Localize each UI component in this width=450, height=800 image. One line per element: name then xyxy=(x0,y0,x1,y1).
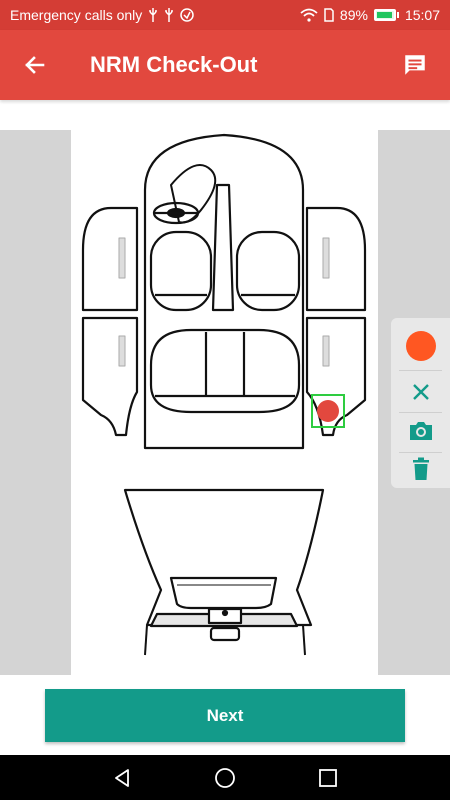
circle-home-icon xyxy=(215,767,235,788)
camera-button[interactable] xyxy=(391,411,450,451)
trash-icon xyxy=(412,457,429,480)
square-recents-icon xyxy=(319,768,338,787)
left-front-door xyxy=(81,206,139,312)
triangle-back-icon xyxy=(114,768,129,787)
close-icon xyxy=(412,384,429,400)
tool-panel xyxy=(391,318,450,488)
delete-button[interactable] xyxy=(391,449,450,489)
nav-recents-button[interactable] xyxy=(308,758,348,798)
inspection-canvas[interactable] xyxy=(0,130,450,675)
status-left: Emergency calls only xyxy=(10,7,195,23)
next-button[interactable]: Next xyxy=(45,689,405,742)
rear-bench xyxy=(149,328,301,414)
usb-icon xyxy=(148,8,158,22)
clear-marker-button[interactable] xyxy=(391,372,450,412)
tool-divider xyxy=(399,370,442,371)
front-seat-right xyxy=(235,230,301,312)
canvas-gutter-left xyxy=(0,130,71,675)
rear-view-body xyxy=(123,488,325,627)
damage-marker[interactable] xyxy=(317,400,339,422)
battery-percent: 89% xyxy=(339,7,368,23)
message-button[interactable] xyxy=(380,30,450,100)
nav-back-button[interactable] xyxy=(102,758,142,798)
wifi-icon xyxy=(300,8,318,22)
selected-color-swatch xyxy=(405,331,436,361)
usb-icon xyxy=(164,8,174,22)
status-bar: Emergency calls only 89% 15:07 xyxy=(0,0,450,30)
shield-icon xyxy=(180,8,195,22)
color-picker-button[interactable] xyxy=(391,326,450,366)
nav-home-button[interactable] xyxy=(205,758,245,798)
clock: 15:07 xyxy=(404,7,440,23)
sim-icon xyxy=(324,8,334,22)
page-title: NRM Check-Out xyxy=(90,52,258,77)
app-bar: NRM Check-Out xyxy=(0,30,450,100)
battery-icon xyxy=(373,9,399,21)
message-icon xyxy=(405,55,425,75)
damage-marker-selection[interactable] xyxy=(311,394,345,428)
system-nav-bar xyxy=(0,755,450,800)
car-body-outline xyxy=(143,133,305,450)
app-root: Emergency calls only 89% 15:07 NRM Check… xyxy=(0,0,450,800)
left-rear-door xyxy=(81,316,139,437)
back-button[interactable] xyxy=(0,30,70,100)
status-right: 89% 15:07 xyxy=(300,7,440,23)
front-seat-left xyxy=(149,230,213,312)
carrier-text: Emergency calls only xyxy=(10,7,143,23)
rear-window xyxy=(169,576,278,610)
arrow-left-icon xyxy=(25,56,45,74)
camera-icon xyxy=(409,422,432,440)
right-front-door xyxy=(305,206,367,312)
